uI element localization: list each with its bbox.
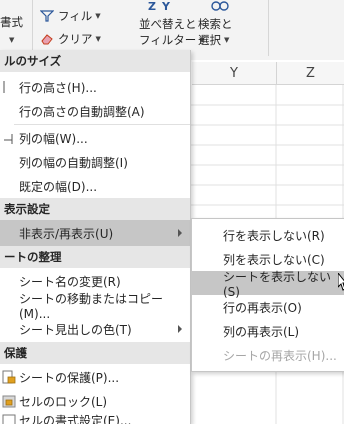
- format-menu: ルのサイズ 行の高さ(H)... 行の高さの自動調整(A) 列の幅(W)... …: [0, 50, 191, 424]
- chevron-down-icon: ▼: [9, 36, 15, 44]
- submenu-item-label: 行を表示しない(R): [223, 228, 325, 243]
- menu-item-default-width[interactable]: 既定の幅(D)...: [0, 173, 190, 199]
- menu-item-label: シートの保護(P)...: [19, 370, 120, 385]
- menu-item-autofit-column-width[interactable]: 列の幅の自動調整(I): [0, 149, 190, 175]
- sort-filter-line1: 並べ替えと: [139, 17, 197, 31]
- menu-item-label: 行の高さの自動調整(A): [19, 104, 145, 119]
- sort-icon: ZY: [148, 0, 176, 13]
- submenu-item-hide-sheet[interactable]: シートを表示しない(S): [192, 270, 344, 299]
- row-height-icon: [3, 81, 5, 93]
- filter-label: フィル: [58, 9, 93, 23]
- mouse-cursor-icon: [338, 273, 344, 291]
- section-label: 表示設定: [4, 202, 50, 216]
- column-header-label: Y: [230, 65, 238, 81]
- submenu-item-label: シートの再表示(H)...: [223, 348, 337, 363]
- submenu-arrow-icon: [178, 325, 182, 333]
- menu-item-label: セルの書式設定(E)...: [19, 414, 132, 424]
- menu-item-column-width[interactable]: 列の幅(W)...: [0, 125, 190, 151]
- section-visibility: 表示設定: [0, 198, 190, 220]
- format-label: 書式: [0, 15, 23, 29]
- find-select-line1: 検索と: [198, 17, 233, 31]
- menu-item-label: セルのロック(L): [19, 394, 108, 409]
- menu-item-row-height[interactable]: 行の高さ(H)...: [0, 74, 190, 100]
- section-organize-sheets: ートの整理: [0, 246, 190, 268]
- menu-item-protect-sheet[interactable]: シートの保護(P)...: [0, 364, 190, 390]
- find-select-button[interactable]: 検索と 選択 ▼: [198, 16, 233, 48]
- menu-item-label: 列の幅の自動調整(I): [19, 155, 128, 170]
- section-label: ルのサイズ: [4, 54, 62, 68]
- menu-item-label: 非表示/再表示(U): [19, 226, 114, 241]
- submenu-item-unhide-sheet: シートの再表示(H)...: [192, 343, 344, 367]
- binoculars-icon: [211, 0, 229, 12]
- lock-icon: [2, 395, 16, 408]
- column-header-label: Z: [306, 65, 315, 81]
- submenu-item-label: 行の再表示(O): [223, 300, 302, 315]
- menu-item-label: 列の幅(W)...: [19, 131, 88, 146]
- menu-item-format-cells[interactable]: セルの書式設定(E)...: [0, 412, 190, 424]
- menu-item-tab-color[interactable]: シート見出しの色(T): [0, 316, 190, 342]
- sort-filter-line2: フィルター: [139, 33, 197, 47]
- clear-button[interactable]: クリア ▼: [40, 31, 101, 47]
- ribbon-divider: [268, 0, 269, 56]
- section-protection: 保護: [0, 342, 190, 364]
- eraser-icon: [41, 34, 53, 45]
- find-select-line2: 選択: [198, 33, 221, 47]
- ribbon-divider: [32, 0, 33, 56]
- submenu-item-label: 列の再表示(L): [223, 324, 300, 339]
- hide-unhide-submenu: 行を表示しない(R) 列を表示しない(C) シートを表示しない(S) 行の再表示…: [191, 218, 344, 372]
- menu-item-label: シート見出しの色(T): [19, 322, 132, 337]
- filter-button[interactable]: フィル ▼: [40, 8, 101, 24]
- section-label: 保護: [4, 346, 27, 360]
- menu-item-label: 既定の幅(D)...: [19, 179, 98, 194]
- menu-item-label: シート名の変更(R): [19, 274, 121, 289]
- format-dropdown-arrow[interactable]: ▼: [6, 36, 14, 44]
- format-button[interactable]: 書式: [0, 14, 23, 30]
- submenu-item-unhide-rows[interactable]: 行の再表示(O): [192, 295, 344, 319]
- submenu-item-label: 列を表示しない(C): [223, 252, 325, 267]
- protect-sheet-icon: [2, 370, 16, 384]
- column-header-z[interactable]: Z: [277, 62, 344, 85]
- chevron-down-icon: ▼: [95, 35, 101, 43]
- filter-icon: [40, 10, 54, 22]
- submenu-arrow-icon: [178, 229, 182, 237]
- format-cells-icon: [2, 414, 16, 424]
- chevron-down-icon: ▼: [224, 36, 230, 44]
- column-width-icon: [4, 134, 13, 144]
- menu-item-label: 行の高さ(H)...: [19, 80, 97, 95]
- menu-item-hide-unhide[interactable]: 非表示/再表示(U): [0, 220, 190, 246]
- menu-item-lock-cell[interactable]: セルのロック(L): [0, 388, 190, 414]
- column-header-y[interactable]: Y: [192, 62, 277, 85]
- section-cell-size: ルのサイズ: [0, 50, 190, 72]
- clear-label: クリア: [58, 32, 93, 46]
- sort-filter-button[interactable]: 並べ替えと フィルター ▼: [139, 16, 205, 48]
- submenu-item-unhide-columns[interactable]: 列の再表示(L): [192, 319, 344, 343]
- submenu-item-label: シートを表示しない(S): [223, 269, 332, 299]
- menu-item-move-copy-sheet[interactable]: シートの移動またはコピー(M)...: [0, 292, 190, 321]
- chevron-down-icon: ▼: [95, 12, 101, 20]
- submenu-item-hide-rows[interactable]: 行を表示しない(R): [192, 223, 344, 247]
- menu-item-autofit-row-height[interactable]: 行の高さの自動調整(A): [0, 98, 190, 124]
- section-label: ートの整理: [4, 250, 62, 264]
